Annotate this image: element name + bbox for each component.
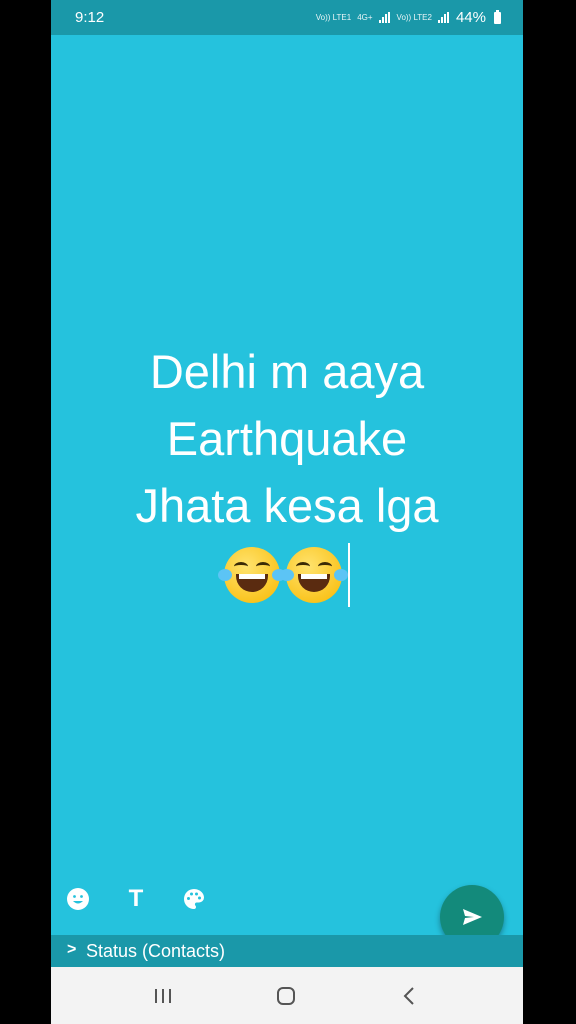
network-type-label: 4G+	[357, 12, 373, 22]
home-icon	[277, 987, 295, 1005]
emoji-button[interactable]	[65, 886, 91, 912]
smiley-icon	[67, 888, 89, 910]
audience-selector[interactable]: > Status (Contacts)	[51, 935, 523, 967]
signal-icon	[378, 12, 391, 23]
tears-of-joy-emoji-icon	[280, 547, 348, 603]
chevron-right-icon: >	[67, 941, 77, 958]
audience-label: Status (Contacts)	[86, 941, 226, 961]
recent-apps-icon	[155, 989, 171, 1003]
home-button[interactable]	[266, 981, 306, 1011]
recent-apps-button[interactable]	[143, 981, 183, 1011]
send-arrow-icon	[463, 909, 482, 925]
status-text-line-1[interactable]: Delhi m aaya	[51, 338, 523, 405]
status-icons: Vo)) LTE1 4G+ Vo)) LTE2 44%	[316, 9, 501, 26]
emoji-line	[51, 543, 523, 607]
text-cursor	[348, 543, 350, 607]
network-1-label: Vo)) LTE1	[315, 12, 352, 22]
status-composer-screen: 9:12 Vo)) LTE1 4G+ Vo)) LTE2 44% Delhi m…	[51, 0, 523, 1024]
clock: 9:12	[75, 9, 105, 26]
status-text-editor[interactable]: Delhi m aaya Earthquake Jhata kesa lga	[51, 338, 523, 607]
text-style-icon: T	[128, 885, 144, 912]
battery-percent: 44%	[455, 9, 486, 26]
status-text-line-2[interactable]: Earthquake	[51, 405, 523, 472]
back-icon	[403, 987, 414, 1005]
system-status-bar: 9:12 Vo)) LTE1 4G+ Vo)) LTE2 44%	[51, 0, 523, 35]
network-2-label: Vo)) LTE2	[396, 12, 432, 22]
tears-of-joy-emoji-icon	[218, 547, 286, 603]
text-style-button[interactable]: T	[123, 885, 149, 912]
back-button[interactable]	[389, 981, 429, 1011]
status-text-line-3[interactable]: Jhata kesa lga	[51, 472, 523, 539]
system-navigation-bar	[51, 967, 523, 1024]
background-color-button[interactable]	[181, 886, 207, 912]
signal-icon-2	[437, 12, 450, 23]
palette-icon	[184, 889, 204, 909]
battery-icon	[494, 9, 501, 24]
editor-toolbar: T	[65, 885, 207, 912]
